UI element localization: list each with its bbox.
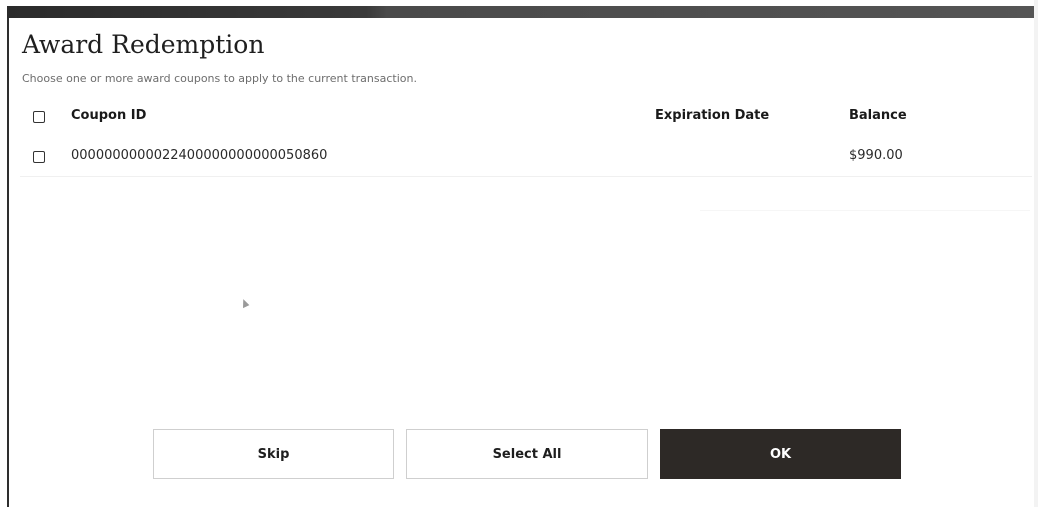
right-border [1034,0,1038,507]
faint-divider [700,210,1030,211]
award-redemption-dialog: Award Redemption Choose one or more awar… [0,0,1038,507]
ok-button[interactable]: OK [660,429,901,479]
balance-cell: $990.00 [849,148,903,163]
row-checkbox[interactable] [33,151,45,163]
dialog-title: Award Redemption [22,30,265,59]
column-header-balance: Balance [849,108,907,123]
title-bar [7,6,1034,18]
coupon-id-cell: 0000000000022400000000000050860 [71,148,328,163]
column-header-expiration-date: Expiration Date [655,108,770,123]
skip-button[interactable]: Skip [153,429,394,479]
dialog-subtitle: Choose one or more award coupons to appl… [22,72,417,85]
select-all-button[interactable]: Select All [406,429,648,479]
select-all-checkbox[interactable] [33,111,45,123]
row-divider [20,176,1032,177]
mouse-pointer-icon [239,297,250,309]
column-header-coupon-id: Coupon ID [71,108,147,123]
left-border [7,18,9,507]
